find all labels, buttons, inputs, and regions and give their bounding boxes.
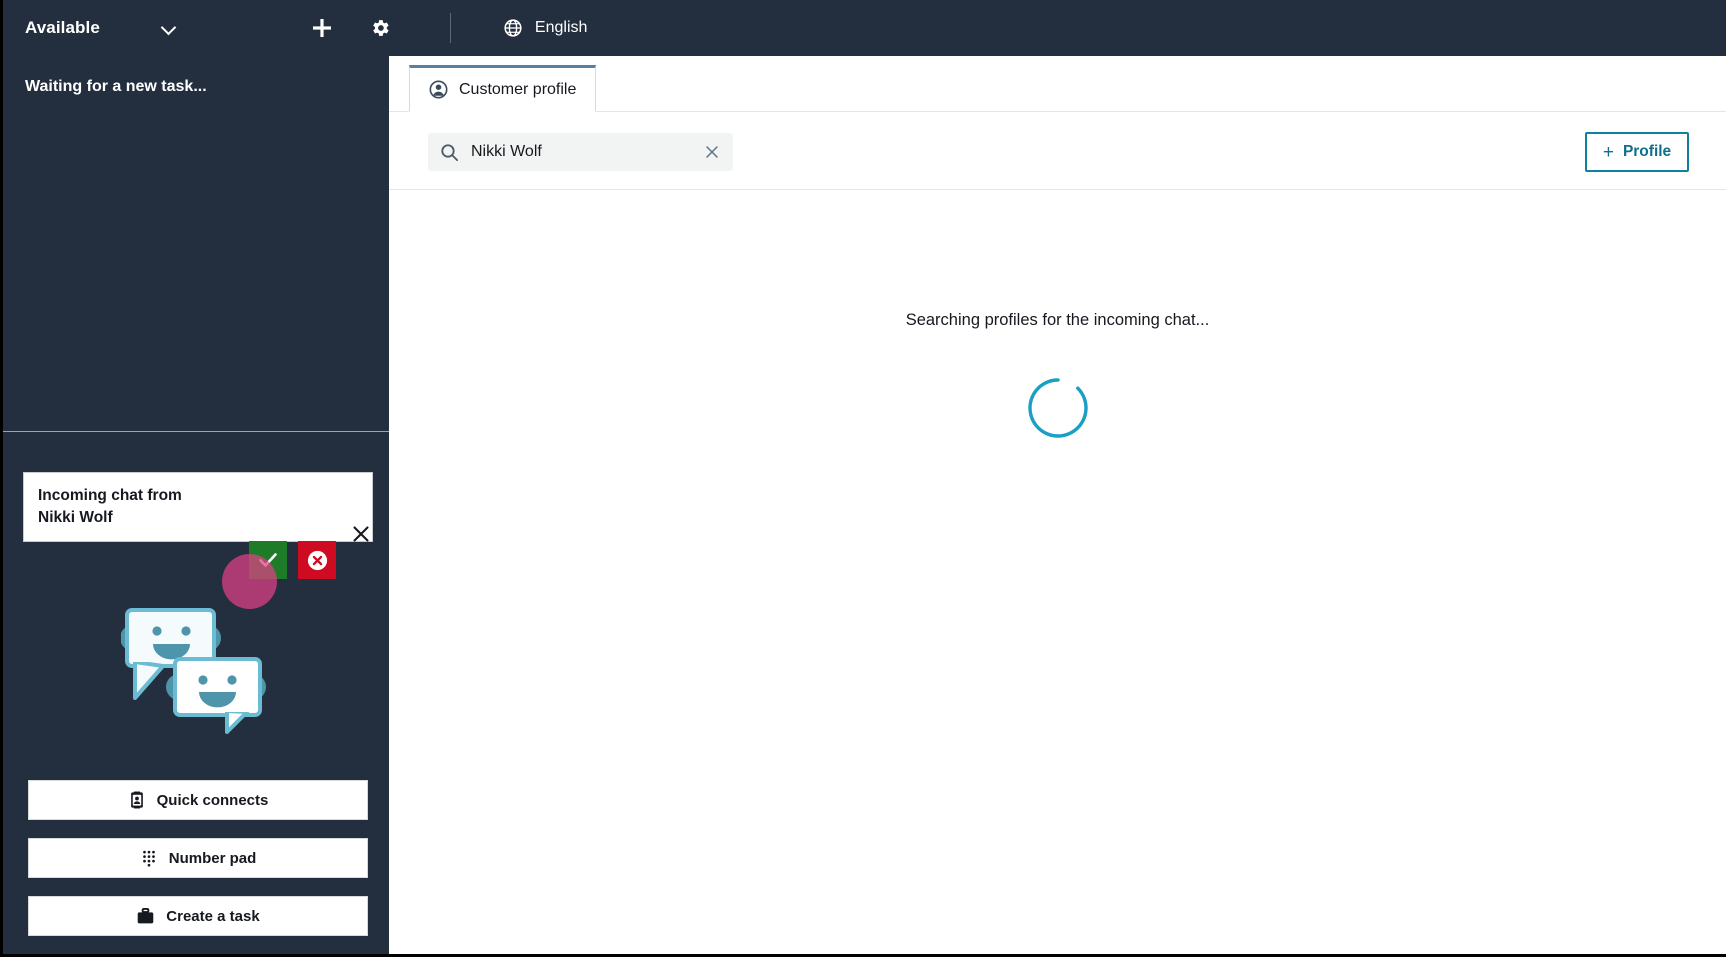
waiting-status-text: Waiting for a new task... (25, 78, 207, 96)
search-status-message: Searching profiles for the incoming chat… (389, 311, 1726, 330)
agent-status-selector[interactable]: Available (3, 0, 176, 56)
tab-strip: Customer profile (389, 56, 1726, 112)
check-icon (256, 548, 280, 572)
globe-icon (503, 18, 523, 38)
create-task-button[interactable]: Create a task (28, 896, 368, 936)
dismiss-incoming-card-button[interactable] (350, 523, 372, 545)
add-profile-button[interactable]: + Profile (1585, 132, 1689, 172)
incoming-contact-line1: Incoming chat from (38, 487, 182, 504)
plus-icon: + (1603, 143, 1614, 162)
profile-search-value: Nikki Wolf (471, 143, 703, 161)
top-bar-actions: English (306, 12, 587, 44)
contact-card-icon (128, 791, 146, 809)
settings-button[interactable] (364, 12, 396, 44)
add-profile-label: Profile (1623, 143, 1671, 161)
quick-connects-label: Quick connects (157, 792, 269, 809)
agent-workspace: Available (0, 0, 1726, 957)
briefcase-icon (136, 907, 155, 926)
add-connection-button[interactable] (306, 12, 338, 44)
profile-search-input[interactable]: Nikki Wolf (428, 133, 733, 171)
dialpad-icon (140, 849, 158, 867)
top-bar-divider (450, 13, 451, 43)
number-pad-label: Number pad (169, 850, 257, 867)
x-circle-icon (305, 548, 330, 573)
number-pad-button[interactable]: Number pad (28, 838, 368, 878)
top-bar: Available (3, 0, 1726, 56)
close-icon (350, 523, 372, 545)
accept-chat-button[interactable] (249, 541, 287, 579)
search-icon (440, 143, 459, 162)
quick-connects-button[interactable]: Quick connects (28, 780, 368, 820)
user-circle-icon (429, 80, 448, 99)
search-toolbar: Nikki Wolf + Profile (389, 112, 1726, 190)
language-selector[interactable]: English (503, 18, 587, 38)
agent-sidebar: Waiting for a new task... Incoming chat … (3, 56, 389, 954)
loading-spinner (389, 376, 1726, 440)
main-content: Customer profile Nikki Wolf + Profile (389, 56, 1726, 954)
close-icon (703, 143, 721, 161)
incoming-contact-line2: Nikki Wolf (38, 509, 113, 526)
plus-icon (311, 17, 333, 39)
gear-icon (369, 17, 391, 39)
incoming-contact-card: Incoming chat from Nikki Wolf (23, 472, 373, 542)
tab-customer-profile-label: Customer profile (459, 81, 576, 99)
chevron-down-icon (162, 21, 176, 35)
clear-search-button[interactable] (703, 143, 721, 161)
incoming-contact-title: Incoming chat from Nikki Wolf (38, 485, 238, 529)
chat-bubbles-illustration (121, 604, 276, 734)
language-label: English (535, 19, 587, 37)
agent-status-label: Available (25, 18, 100, 38)
create-task-label: Create a task (166, 908, 259, 925)
reject-chat-button[interactable] (298, 541, 336, 579)
sidebar-divider (3, 431, 389, 432)
tab-customer-profile[interactable]: Customer profile (409, 65, 596, 112)
